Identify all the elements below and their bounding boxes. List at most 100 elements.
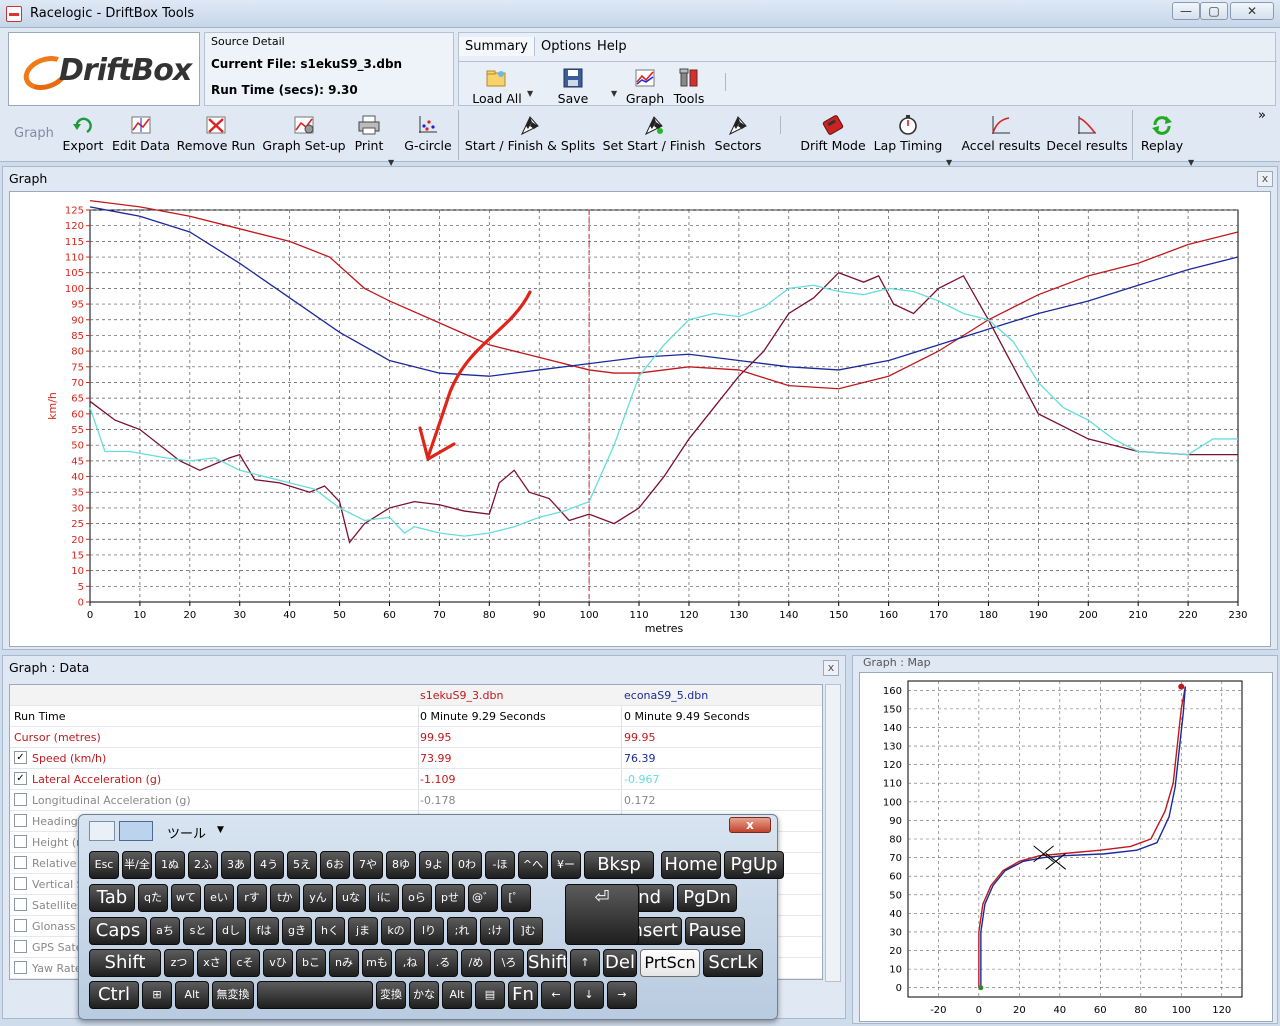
key-3-13[interactable]: ]む	[513, 917, 543, 945]
key-3-10[interactable]: lり	[414, 917, 444, 945]
row-checkbox[interactable]	[14, 919, 27, 932]
key-3-4[interactable]: dし	[216, 917, 246, 945]
key-4-13[interactable]: Shift	[527, 949, 567, 977]
replay-button[interactable]: Replay	[1138, 114, 1186, 153]
key-3-11[interactable]: ;れ	[447, 917, 477, 945]
g-circle-button[interactable]: G-circle	[402, 114, 454, 153]
data-panel-close-icon[interactable]: x	[823, 660, 839, 676]
key-5-10[interactable]: Fn	[508, 981, 538, 1009]
key-1-18[interactable]: PgUp	[724, 851, 784, 879]
table-row[interactable]: ✓ Lateral Acceleration (g) -1.109 -0.967	[10, 769, 822, 790]
key-4-3[interactable]: xさ	[197, 949, 227, 977]
row-checkbox[interactable]	[14, 898, 27, 911]
menu-summary[interactable]: Summary	[459, 37, 535, 56]
key-5-2[interactable]: ⊞	[142, 981, 172, 1009]
speed-chart[interactable]: 0 10 20 30 40 50 60 70 80 90 100 110 120 130 140 150 160…	[10, 192, 1272, 648]
key-4-9[interactable]: ,ね	[395, 949, 425, 977]
key-4-4[interactable]: cそ	[230, 949, 260, 977]
key-1-13[interactable]: -ほ	[485, 851, 515, 879]
key-5-12[interactable]: ↓	[574, 981, 604, 1009]
key-3-5[interactable]: fは	[249, 917, 279, 945]
key-4-2[interactable]: zつ	[164, 949, 194, 977]
maximize-button[interactable]: ▢	[1200, 2, 1228, 20]
graph-panel-close-icon[interactable]: x	[1257, 171, 1273, 187]
key-3-3[interactable]: sと	[183, 917, 213, 945]
row-checkbox[interactable]: ✓	[14, 772, 27, 785]
key-2-5[interactable]: rす	[237, 884, 267, 912]
print-button[interactable]: Print	[350, 114, 388, 153]
close-button[interactable]: ✕	[1230, 2, 1274, 20]
key-1-16[interactable]: Bksp	[584, 851, 654, 879]
menu-help[interactable]: Help	[591, 37, 633, 56]
graph-tool-button[interactable]: Graph	[623, 67, 667, 106]
key-5-8[interactable]: Alt	[442, 981, 472, 1009]
key-3-6[interactable]: gき	[282, 917, 312, 945]
handwriting-icon[interactable]	[89, 821, 115, 841]
lap-timing-button[interactable]: Lap Timing	[872, 114, 944, 153]
graph-setup-button[interactable]: Graph Set-up	[262, 114, 346, 153]
key-5-1[interactable]: Ctrl	[89, 981, 139, 1009]
key-2-13[interactable]: [゜	[501, 884, 531, 912]
key-5-9[interactable]: ▤	[475, 981, 505, 1009]
keyboard-icon[interactable]	[119, 821, 153, 841]
row-checkbox[interactable]	[14, 793, 27, 806]
table-row[interactable]: ✓ Speed (km/h) 73.99 76.39	[10, 748, 822, 769]
key-1-7[interactable]: 5え	[287, 851, 317, 879]
table-row[interactable]: Cursor (metres) 99.95 99.95	[10, 727, 822, 748]
key-2-9[interactable]: iに	[369, 884, 399, 912]
key-2-12[interactable]: @゛	[468, 884, 498, 912]
key-3-15[interactable]: Pause	[685, 917, 745, 945]
decel-results-button[interactable]: Decel results	[1046, 114, 1128, 153]
key-1-12[interactable]: 0わ	[452, 851, 482, 879]
row-checkbox[interactable]	[14, 940, 27, 953]
key-5-3[interactable]: Alt	[175, 981, 209, 1009]
key-4-1[interactable]: Shift	[89, 949, 161, 977]
key-1-1[interactable]: Esc	[89, 851, 119, 879]
edit-data-button[interactable]: Edit Data	[110, 114, 172, 153]
key-4-15[interactable]: Del	[603, 949, 637, 977]
toolbar-overflow-icon[interactable]: »	[1258, 108, 1266, 123]
key-3-8[interactable]: jま	[348, 917, 378, 945]
key-4-10[interactable]: .る	[428, 949, 458, 977]
key-3-2[interactable]: aち	[150, 917, 180, 945]
start-finish-splits-button[interactable]: Start / Finish & Splits	[462, 114, 598, 153]
key-4-11[interactable]: /め	[461, 949, 491, 977]
map-canvas[interactable]: -20 0 20 40 60 80 100 120 0 10 20 30 40 50 60 70 80 90 100…	[859, 672, 1273, 1022]
key-1-5[interactable]: 3あ	[221, 851, 251, 879]
key-4-8[interactable]: mも	[362, 949, 392, 977]
key-4-7[interactable]: nみ	[329, 949, 359, 977]
table-row[interactable]: Longitudinal Acceleration (g) -0.178 0.172	[10, 790, 822, 811]
data-scrollbar[interactable]	[825, 684, 841, 982]
key-1-9[interactable]: 7や	[353, 851, 383, 879]
key-3-7[interactable]: hく	[315, 917, 345, 945]
key-5-6[interactable]: 変換	[376, 981, 406, 1009]
key-5-4[interactable]: 無変換	[212, 981, 254, 1009]
key-4-17[interactable]: ScrLk	[703, 949, 763, 977]
key-4-6[interactable]: bこ	[296, 949, 326, 977]
tools-dropdown-icon[interactable]: ▼	[217, 825, 224, 835]
load-all-dropdown-icon[interactable]: ▼	[527, 89, 533, 98]
key-1-10[interactable]: 8ゆ	[386, 851, 416, 879]
set-start-finish-button[interactable]: Set Start / Finish	[600, 114, 708, 153]
key-5-13[interactable]: →	[607, 981, 637, 1009]
row-checkbox[interactable]	[14, 835, 27, 848]
key-4-12[interactable]: \ろ	[494, 949, 524, 977]
key-2-8[interactable]: uな	[336, 884, 366, 912]
key-2-3[interactable]: wて	[171, 884, 201, 912]
key-1-6[interactable]: 4う	[254, 851, 284, 879]
table-header-run2[interactable]: econaS9_5.dbn	[624, 689, 708, 702]
graph-canvas[interactable]: 0 10 20 30 40 50 60 70 80 90 100 110 120 130 140 150 160…	[9, 191, 1271, 647]
key-1-8[interactable]: 6お	[320, 851, 350, 879]
key-2-2[interactable]: qた	[138, 884, 168, 912]
keyboard-close-button[interactable]: x	[729, 817, 771, 833]
keyboard-tools-menu[interactable]: ツール	[167, 823, 206, 842]
row-checkbox[interactable]	[14, 856, 27, 869]
key-3-1[interactable]: Caps	[89, 917, 147, 945]
key-2-10[interactable]: oら	[402, 884, 432, 912]
key-2-7[interactable]: yん	[303, 884, 333, 912]
table-header-run1[interactable]: s1ekuS9_3.dbn	[420, 689, 503, 702]
enter-key[interactable]: ⏎	[565, 884, 639, 945]
key-1-14[interactable]: ^へ	[518, 851, 548, 879]
key-4-14[interactable]: ↑	[570, 949, 600, 977]
key-2-6[interactable]: tか	[270, 884, 300, 912]
